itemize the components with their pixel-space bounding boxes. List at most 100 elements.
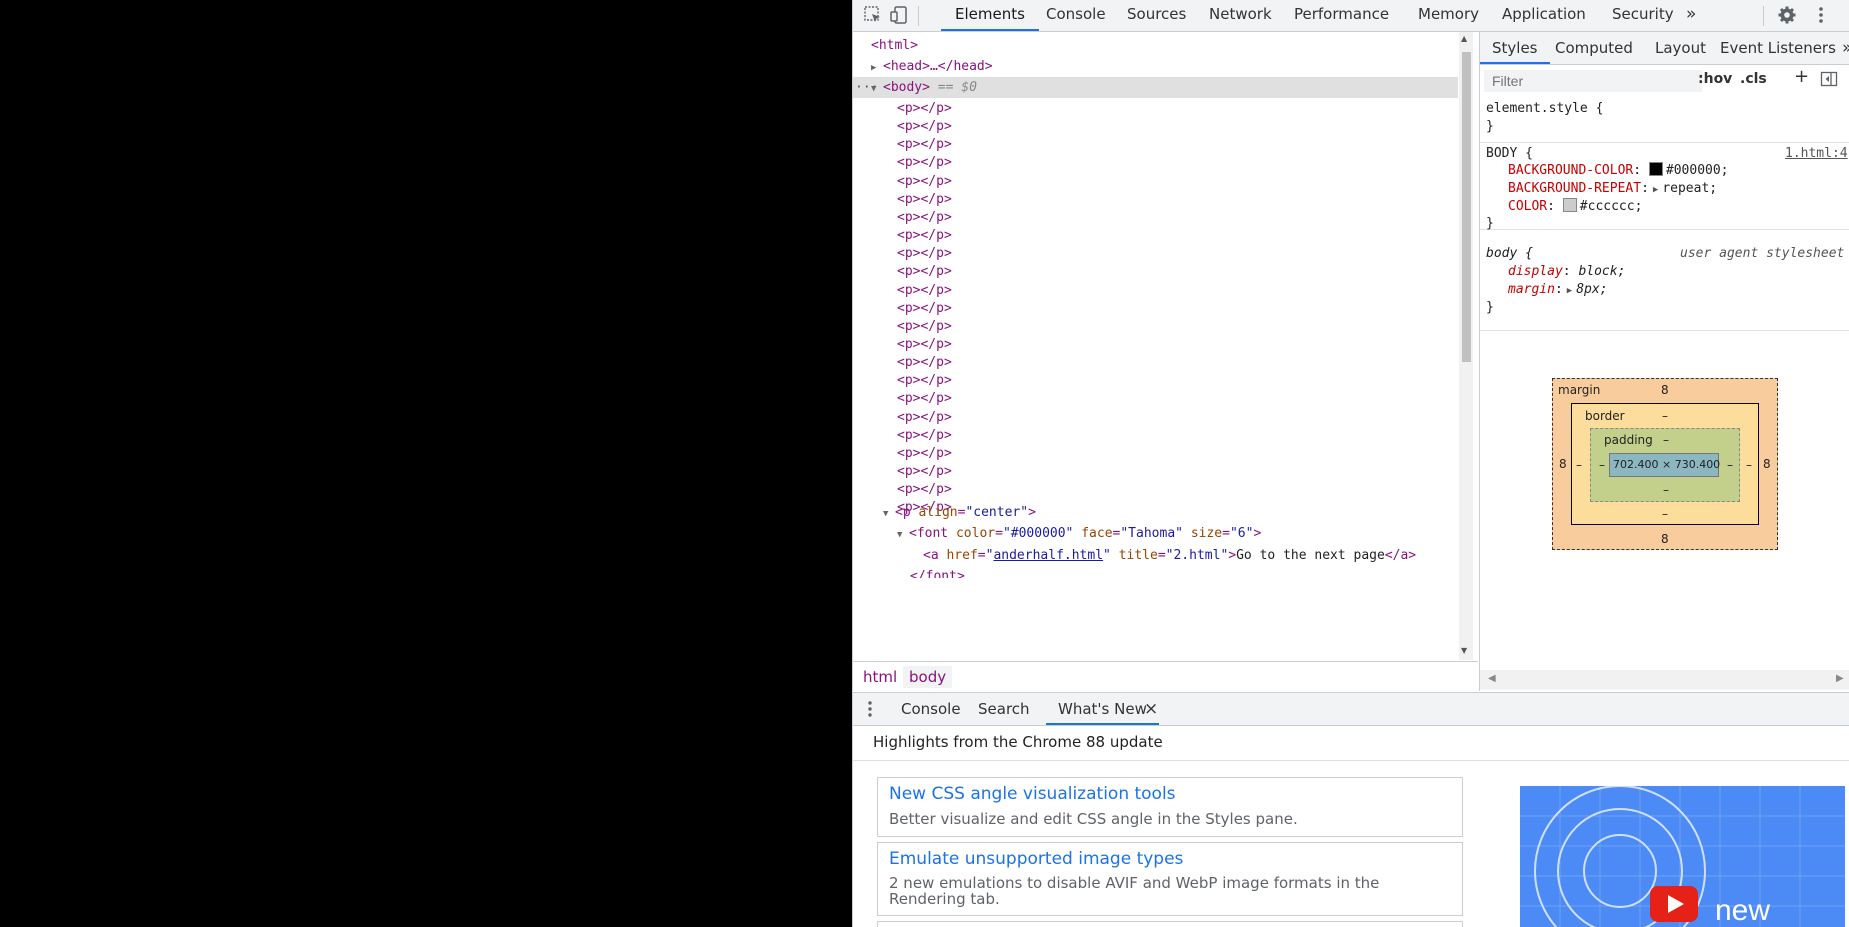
- dom-tag: <p></p>: [897, 355, 952, 371]
- padding-top-value[interactable]: –: [1663, 433, 1669, 447]
- expand-triangle-icon[interactable]: ▶: [1653, 185, 1658, 195]
- dom-node-body-selected[interactable]: ··· ▼ <body> == $0: [853, 77, 1458, 98]
- color-swatch[interactable]: [1562, 198, 1577, 212]
- css-property: display: [1508, 264, 1563, 279]
- breadcrumb-body[interactable]: body: [903, 666, 953, 688]
- inspect-element-icon[interactable]: [863, 5, 883, 25]
- color-swatch[interactable]: [1648, 162, 1663, 176]
- feature-card-title[interactable]: Emulate unsupported image types: [889, 849, 1183, 869]
- styles-filter-input[interactable]: [1484, 70, 1702, 92]
- box-model-diagram: margin 8 8 8 8 border – – – – padding – …: [1552, 378, 1778, 550]
- css-declaration[interactable]: BACKGROUND-REPEAT: ▶ repeat;: [1508, 180, 1717, 198]
- settings-gear-icon[interactable]: [1777, 5, 1797, 25]
- dom-node-anchor[interactable]: <a href="anderhalf.html" title="2.html">…: [923, 545, 1416, 566]
- rule-selector: BODY {: [1486, 146, 1533, 161]
- feature-card-description: Better visualize and edit CSS angle in t…: [889, 810, 1298, 828]
- collapse-triangle-icon[interactable]: ▼: [871, 79, 883, 100]
- device-toolbar-icon[interactable]: [889, 5, 909, 25]
- drawer-tab-search[interactable]: Search: [978, 693, 1030, 725]
- drawer-tab-whats-new[interactable]: What's New: [1046, 693, 1159, 725]
- rule-source-link[interactable]: 1.html:4: [1785, 145, 1848, 163]
- collapse-triangle-icon[interactable]: ▼: [897, 525, 909, 546]
- margin-right-value[interactable]: 8: [1763, 457, 1771, 471]
- css-declaration[interactable]: COLOR: #cccccc;: [1508, 198, 1642, 216]
- hover-state-toggle[interactable]: :hov: [1698, 71, 1732, 87]
- padding-bottom-value[interactable]: –: [1663, 483, 1669, 497]
- tab-performance[interactable]: Performance: [1294, 0, 1389, 31]
- class-toggle[interactable]: .cls: [1740, 71, 1767, 87]
- tab-sources[interactable]: Sources: [1127, 0, 1186, 31]
- more-tabs-button[interactable]: »: [1842, 32, 1849, 64]
- tab-computed[interactable]: Computed: [1555, 32, 1633, 64]
- dom-tag: <p></p>: [897, 427, 952, 443]
- dom-tag: </a>: [1384, 548, 1417, 563]
- margin-top-value[interactable]: 8: [1661, 383, 1669, 397]
- padding-right-value[interactable]: –: [1727, 458, 1733, 472]
- tab-network[interactable]: Network: [1209, 0, 1272, 31]
- attr-value: "Tahoma": [1120, 526, 1183, 541]
- border-bottom-value[interactable]: –: [1662, 507, 1668, 521]
- drawer-menu-icon[interactable]: [865, 700, 875, 722]
- attr-name: face: [1081, 526, 1113, 541]
- dom-tag: <p></p>: [897, 373, 952, 389]
- expand-triangle-icon[interactable]: ▶: [1567, 286, 1572, 296]
- href-link[interactable]: anderhalf.html: [993, 548, 1103, 563]
- rule-close-brace: }: [1486, 119, 1494, 134]
- dom-node-head[interactable]: ▶ <head>…</head>: [871, 56, 993, 77]
- more-tabs-button[interactable]: »: [1686, 0, 1696, 31]
- expand-triangle-icon[interactable]: ▶: [871, 58, 883, 79]
- feature-card[interactable]: Emulate unsupported image types 2 new em…: [877, 842, 1463, 916]
- dom-tag: <html>: [871, 38, 918, 53]
- new-style-rule-button[interactable]: +: [1794, 66, 1809, 87]
- border-top-value[interactable]: –: [1662, 409, 1668, 423]
- feature-card-title[interactable]: New CSS angle visualization tools: [889, 784, 1176, 804]
- elements-scrollbar[interactable]: ▲ ▼: [1459, 32, 1473, 660]
- css-value: #cccccc;: [1579, 199, 1643, 214]
- border-left-value[interactable]: –: [1576, 458, 1582, 472]
- video-thumbnail[interactable]: new: [1520, 786, 1845, 927]
- scroll-right-arrow-icon[interactable]: ▶: [1836, 673, 1844, 684]
- css-declaration[interactable]: BACKGROUND-COLOR: #000000;: [1508, 162, 1729, 180]
- margin-left-value[interactable]: 8: [1559, 457, 1567, 471]
- dom-node-html[interactable]: <html>: [871, 35, 918, 56]
- padding-label: padding: [1604, 433, 1653, 447]
- dom-tag: <p></p>: [897, 464, 952, 479]
- scroll-left-arrow-icon[interactable]: ◀: [1488, 673, 1496, 684]
- feature-card[interactable]: New CSS angle visualization tools Better…: [877, 777, 1463, 837]
- tab-security[interactable]: Security: [1612, 0, 1674, 31]
- dom-node-font-close[interactable]: </font>: [910, 566, 965, 578]
- scroll-down-arrow-icon[interactable]: ▼: [1461, 646, 1467, 655]
- feature-card[interactable]: [877, 921, 1463, 927]
- tab-styles[interactable]: Styles: [1480, 32, 1549, 64]
- tab-event-listeners[interactable]: Event Listeners: [1720, 32, 1836, 64]
- customize-menu-icon[interactable]: [1811, 5, 1831, 25]
- scrollbar-thumb[interactable]: [1462, 52, 1471, 362]
- css-property: COLOR: [1508, 199, 1548, 214]
- tab-console[interactable]: Console: [1046, 0, 1106, 31]
- margin-bottom-value[interactable]: 8: [1661, 532, 1669, 546]
- close-tab-icon[interactable]: ×: [1144, 693, 1158, 725]
- box-model-content[interactable]: 702.400 × 730.400: [1609, 453, 1720, 477]
- dom-tag: </font>: [910, 569, 965, 578]
- collapse-triangle-icon[interactable]: ▼: [883, 504, 895, 525]
- tab-elements[interactable]: Elements: [941, 0, 1039, 31]
- rule-selector: body {: [1486, 246, 1533, 261]
- scroll-up-arrow-icon[interactable]: ▲: [1461, 34, 1467, 43]
- toggle-sidebar-icon[interactable]: [1820, 70, 1838, 92]
- dom-tag: <p></p>: [897, 482, 952, 498]
- tab-layout[interactable]: Layout: [1655, 32, 1706, 64]
- tab-application[interactable]: Application: [1502, 0, 1586, 31]
- tab-memory[interactable]: Memory: [1418, 0, 1479, 31]
- body-author-rule: BODY { 1.html:4 BACKGROUND-COLOR: #00000…: [1480, 143, 1849, 231]
- styles-horizontal-scrollbar[interactable]: ◀ ▶: [1480, 670, 1849, 690]
- drawer-tab-console[interactable]: Console: [901, 693, 961, 725]
- anchor-text: Go to the next page: [1236, 548, 1385, 563]
- dom-node-font[interactable]: ▼ <font color="#000000" face="Tahoma" siz…: [897, 523, 1261, 544]
- elements-dom-tree: <html> ▶ <head>…</head> ··· ▼ <body> == $0…: [853, 32, 1478, 660]
- breadcrumb-html[interactable]: html: [857, 666, 903, 688]
- dom-tag: <p></p>: [897, 336, 952, 352]
- dom-node-p-center[interactable]: ▼ <p align="center">: [883, 502, 1036, 523]
- attr-name: size: [1190, 526, 1223, 541]
- padding-left-value[interactable]: –: [1599, 458, 1605, 472]
- border-right-value[interactable]: –: [1746, 458, 1752, 472]
